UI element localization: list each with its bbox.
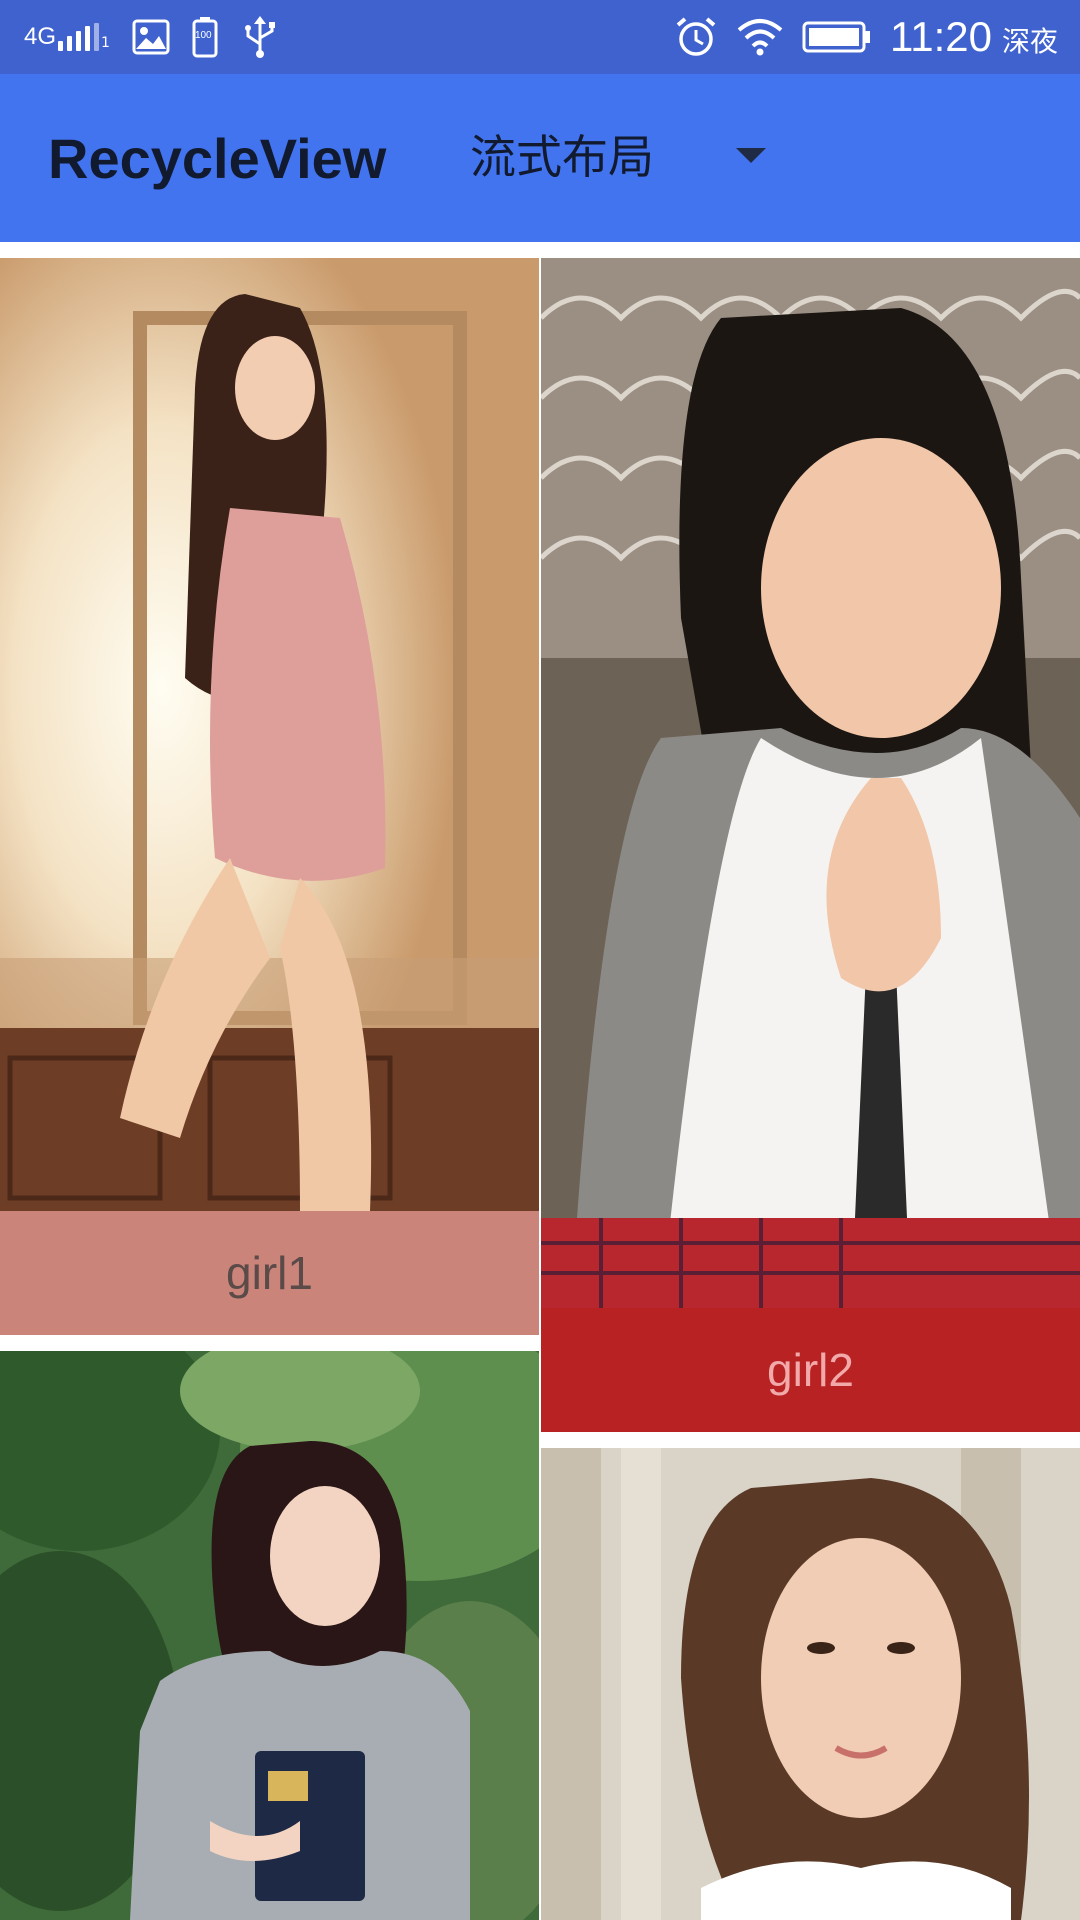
clock-time: 11:20	[889, 13, 992, 60]
item-caption: girl2	[541, 1308, 1080, 1432]
status-bar-left: 4G 1 100	[24, 14, 280, 60]
list-item[interactable]: girl2	[541, 258, 1080, 1432]
item-caption: girl1	[0, 1211, 539, 1335]
dropdown-arrow-icon	[736, 148, 766, 163]
item-photo	[0, 258, 539, 1211]
item-photo	[541, 258, 1080, 1308]
network-type: 4G	[24, 23, 57, 50]
wifi-icon	[736, 17, 784, 57]
item-photo	[541, 1448, 1080, 1920]
app-title: RecycleView	[48, 127, 387, 190]
signal-group: 4G 1	[24, 23, 110, 51]
battery-saver-icon: 100	[192, 16, 218, 58]
app-bar: RecycleView 流式布局	[0, 74, 1080, 242]
sim-slot: 1	[101, 35, 110, 51]
recycler-view[interactable]: girl1 girl2	[0, 258, 1080, 1920]
alarm-icon	[674, 15, 718, 59]
item-photo	[0, 1351, 539, 1920]
layout-selector-value: 流式布局	[470, 130, 654, 184]
status-bar: 4G 1 100 11:20 深夜	[0, 0, 1080, 74]
list-item[interactable]	[0, 1351, 539, 1920]
usb-icon	[240, 14, 280, 60]
list-item[interactable]: girl1	[0, 258, 539, 1335]
signal-icon	[58, 23, 100, 51]
battery-saver-level: 100	[194, 30, 212, 41]
night-mode-label: 深夜	[1001, 25, 1058, 58]
battery-icon	[802, 20, 872, 54]
image-icon	[132, 19, 170, 55]
status-bar-right: 11:20 深夜	[674, 10, 1058, 64]
layout-selector[interactable]: 流式布局	[470, 114, 790, 194]
list-item[interactable]	[541, 1448, 1080, 1920]
